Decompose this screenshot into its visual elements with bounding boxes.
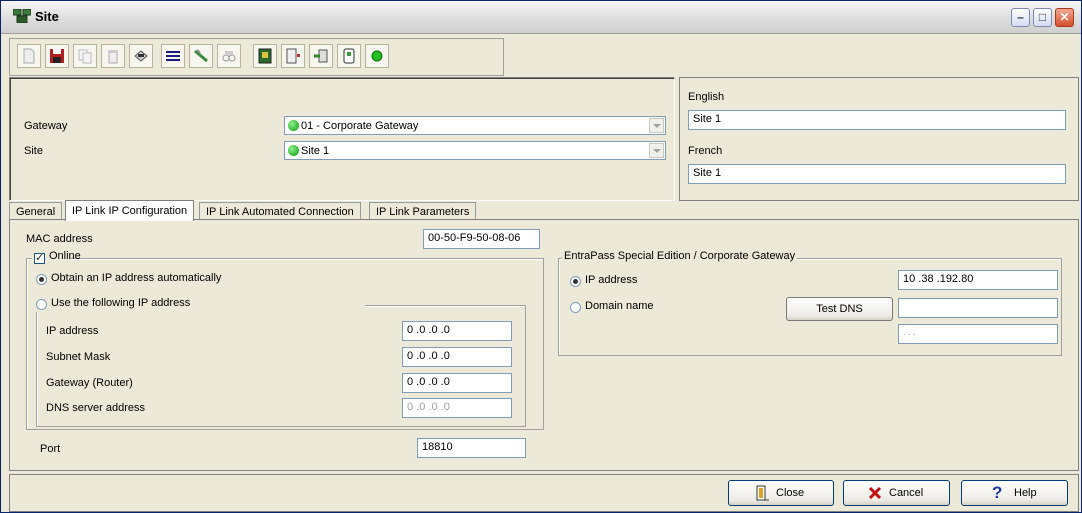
french-label: French [688, 145, 723, 157]
close-window-button[interactable]: ✕ [1055, 8, 1074, 27]
maximize-icon: □ [1038, 10, 1047, 24]
relay-button[interactable] [309, 44, 333, 68]
language-panel: English Site 1 French Site 1 [679, 77, 1079, 201]
test-dns-button[interactable]: Test DNS [786, 297, 893, 321]
tab-panel-ip-configuration: MAC address 00-50-F9-50-08-06 Online Obt… [9, 219, 1079, 471]
new-icon [23, 48, 35, 64]
gateway-value: 01 - Corporate Gateway [301, 120, 419, 132]
entrapass-ip-label[interactable]: IP address [585, 274, 637, 286]
resolved-ip-field: . . . [898, 324, 1058, 344]
use-ip-radio[interactable] [36, 299, 47, 310]
window-title: Site [35, 9, 59, 24]
mac-address-field: 00-50-F9-50-08-06 [423, 229, 540, 249]
gateway-select[interactable]: 01 - Corporate Gateway [284, 116, 666, 135]
button-bar: Close Cancel ? Help [9, 474, 1079, 512]
close-button[interactable]: Close [728, 480, 834, 506]
print-button[interactable] [129, 44, 153, 68]
door-icon [286, 48, 300, 64]
tab-ip-link-ip-configuration[interactable]: IP Link IP Configuration [65, 200, 195, 221]
save-icon [50, 49, 64, 63]
link-icon [194, 49, 208, 63]
use-ip-radio-container[interactable]: Use the following IP address [34, 296, 365, 312]
english-name-input[interactable]: Site 1 [688, 110, 1066, 130]
chevron-down-icon[interactable] [649, 118, 664, 133]
cancel-button[interactable]: Cancel [843, 480, 950, 506]
close-label: Close [776, 487, 805, 499]
chevron-down-icon[interactable] [649, 143, 664, 158]
gateway-label: Gateway [24, 120, 68, 132]
link-button[interactable] [189, 44, 213, 68]
site-label: Site [24, 145, 43, 157]
new-button[interactable] [17, 44, 41, 68]
domain-name-label[interactable]: Domain name [585, 300, 653, 312]
door-button[interactable] [281, 44, 305, 68]
status-green-icon [288, 120, 299, 131]
online-checkbox-container[interactable]: Online [32, 249, 81, 264]
port-input[interactable]: 18810 [417, 438, 526, 458]
online-checkbox[interactable] [34, 251, 45, 264]
find-button[interactable] [217, 44, 241, 68]
input-button[interactable] [337, 44, 361, 68]
maximize-button[interactable]: □ [1033, 8, 1052, 27]
title-bar[interactable]: Site – □ ✕ [1, 1, 1081, 34]
site-selection-panel: Gateway 01 - Corporate Gateway Site Site… [9, 77, 675, 201]
entrapass-ip-radio[interactable] [570, 276, 581, 287]
toolbar [9, 38, 504, 76]
site-select[interactable]: Site 1 [284, 141, 666, 160]
help-label: Help [1014, 487, 1037, 499]
close-icon: ✕ [1059, 10, 1070, 24]
site-window: Site – □ ✕ Gateway 01 - Corporate Gatewa… [0, 0, 1082, 513]
relay-icon [314, 49, 328, 63]
gateway-router-input[interactable]: 0 .0 .0 .0 [402, 373, 512, 393]
test-dns-label: Test DNS [816, 303, 863, 315]
site-value: Site 1 [301, 145, 330, 157]
french-name-input[interactable]: Site 1 [688, 164, 1066, 184]
minimize-icon: – [1017, 10, 1024, 24]
status-green-icon [288, 145, 299, 156]
help-button[interactable]: ? Help [961, 480, 1068, 506]
gateway-router-label: Gateway (Router) [46, 377, 133, 389]
cancel-label: Cancel [889, 487, 924, 499]
delete-icon [108, 50, 118, 64]
ip-address-input[interactable]: 0 .0 .0 .0 [402, 321, 512, 341]
english-label: English [688, 91, 725, 103]
minimize-button[interactable]: – [1011, 8, 1030, 27]
door-exit-icon [756, 485, 769, 501]
status-icon [371, 50, 383, 62]
online-label[interactable]: Online [49, 250, 81, 262]
controller-icon [258, 48, 272, 64]
entrapass-group-label: EntraPass Special Edition / Corporate Ga… [562, 250, 798, 262]
domain-name-input[interactable] [898, 298, 1058, 318]
site-icon [13, 9, 31, 23]
status-button[interactable] [365, 44, 389, 68]
help-question-icon: ? [992, 483, 1003, 502]
copy-button[interactable] [73, 44, 97, 68]
find-icon [222, 51, 236, 62]
copy-icon [78, 49, 92, 64]
print-icon [134, 50, 148, 62]
ip-address-label: IP address [46, 325, 99, 337]
mac-address-label: MAC address [26, 233, 93, 245]
delete-button[interactable] [101, 44, 125, 68]
save-button[interactable] [45, 44, 69, 68]
list-button[interactable] [161, 44, 185, 68]
domain-name-radio[interactable] [570, 302, 581, 313]
port-label: Port [40, 443, 61, 455]
use-ip-label[interactable]: Use the following IP address [51, 297, 190, 309]
obtain-ip-radio[interactable] [36, 274, 47, 285]
controller-button[interactable] [253, 44, 277, 68]
cancel-x-icon [868, 486, 882, 500]
input-icon [343, 48, 355, 64]
obtain-ip-label[interactable]: Obtain an IP address automatically [51, 272, 221, 284]
entrapass-ip-input[interactable]: 10 .38 .192.80 [898, 270, 1058, 290]
dns-server-input: 0 .0 .0 .0 [402, 398, 512, 418]
list-icon [166, 51, 180, 61]
subnet-mask-label: Subnet Mask [46, 351, 111, 363]
subnet-mask-input[interactable]: 0 .0 .0 .0 [402, 347, 512, 367]
dns-server-label: DNS server address [46, 402, 146, 414]
